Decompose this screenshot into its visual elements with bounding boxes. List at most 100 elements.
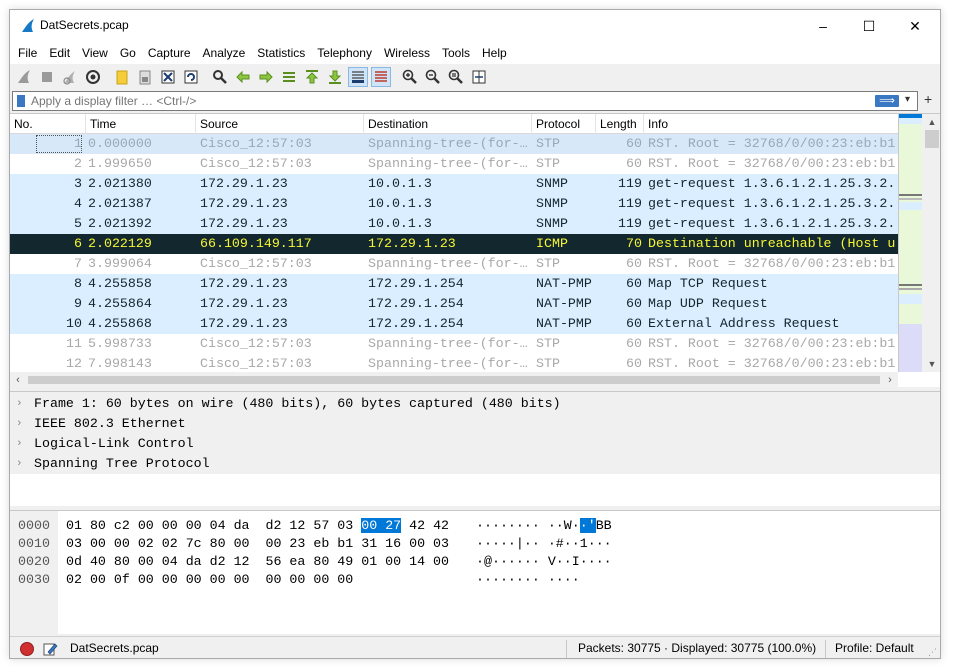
menu-statistics[interactable]: Statistics (251, 42, 311, 64)
expand-chevron-icon[interactable]: › (16, 394, 28, 414)
menu-wireless[interactable]: Wireless (378, 42, 436, 64)
add-filter-button-icon[interactable]: + (924, 91, 932, 107)
scroll-right-icon[interactable]: › (882, 372, 898, 388)
bytes-ascii[interactable]: ········ ···· (476, 571, 580, 589)
column-header-info[interactable]: Info (644, 114, 898, 134)
reload-file-button[interactable] (181, 67, 201, 87)
bytes-ascii[interactable]: ········ ··W··'BB (476, 517, 612, 535)
detail-row-frame[interactable]: › Frame 1: 60 bytes on wire (480 bits), … (10, 394, 940, 414)
shark-fin-icon (22, 19, 34, 32)
packet-cell-time: 2.021392 (88, 216, 152, 231)
menu-analyze[interactable]: Analyze (197, 42, 252, 64)
packet-list-vertical-scrollbar[interactable]: ▲ ▼ (922, 114, 940, 372)
bookmark-icon[interactable] (17, 95, 25, 107)
bytes-hex[interactable]: 01 80 c2 00 00 00 04 da d2 12 57 03 00 2… (66, 517, 449, 535)
detail-row-stp[interactable]: › Spanning Tree Protocol (10, 454, 940, 474)
packet-cell-protocol: STP (536, 156, 560, 171)
bytes-row[interactable]: 0000 01 80 c2 00 00 00 04 da d2 12 57 03 … (10, 517, 940, 535)
menu-view[interactable]: View (76, 42, 114, 64)
packet-cell-info: RST. Root = 32768/0/00:23:eb:b1 (648, 136, 896, 151)
scroll-up-icon[interactable]: ▲ (922, 114, 940, 130)
apply-filter-button[interactable]: ⟹ (875, 95, 899, 107)
scroll-thumb[interactable] (925, 130, 939, 148)
menu-telephony[interactable]: Telephony (311, 42, 378, 64)
zoom-in-button[interactable] (400, 67, 420, 87)
minimize-button[interactable]: – (800, 10, 846, 42)
capture-options-button[interactable] (83, 67, 103, 87)
menu-capture[interactable]: Capture (142, 42, 197, 64)
first-packet-button[interactable] (302, 67, 322, 87)
packet-row[interactable]: 11 5.998733 Cisco_12:57:03 Spanning-tree-(f… (10, 334, 898, 354)
menu-file[interactable]: File (12, 42, 43, 64)
bytes-hex[interactable]: 03 00 00 02 02 7c 80 00 00 23 eb b1 31 1… (66, 535, 449, 553)
go-to-packet-button[interactable] (279, 67, 299, 87)
bytes-row[interactable]: 0030 02 00 0f 00 00 00 00 00 00 00 00 00 ·… (10, 571, 940, 589)
expand-chevron-icon[interactable]: › (16, 434, 28, 454)
start-capture-button[interactable] (14, 67, 34, 87)
save-file-button[interactable] (135, 67, 155, 87)
expand-chevron-icon[interactable]: › (16, 414, 28, 434)
column-header-time[interactable]: Time (86, 114, 196, 134)
packet-cell-destination: Spanning-tree-(for-… (368, 256, 528, 271)
stop-capture-button[interactable] (37, 67, 57, 87)
filter-history-dropdown-icon[interactable]: ▾ (905, 94, 910, 105)
status-profile[interactable]: Profile: Default (835, 641, 914, 655)
packet-row[interactable]: 5 2.021392 172.29.1.23 10.0.1.3 SNMP 119 get-r… (10, 214, 898, 234)
menu-help[interactable]: Help (476, 42, 513, 64)
packet-details-pane: › Frame 1: 60 bytes on wire (480 bits), … (10, 391, 940, 506)
close-button[interactable]: ✕ (892, 10, 938, 42)
column-header-protocol[interactable]: Protocol (532, 114, 596, 134)
restart-capture-button[interactable] (60, 67, 80, 87)
packet-row[interactable]: 3 2.021380 172.29.1.23 10.0.1.3 SNMP 119 get-r… (10, 174, 898, 194)
packet-minimap[interactable] (898, 114, 923, 372)
bytes-ascii[interactable]: ·@······ V··I···· (476, 553, 612, 571)
menu-edit[interactable]: Edit (43, 42, 76, 64)
packet-cell-no: 10 (66, 316, 82, 331)
packet-row[interactable]: 2 1.999650 Cisco_12:57:03 Spanning-tree-(fo… (10, 154, 898, 174)
capture-comment-icon[interactable] (42, 641, 58, 657)
column-header-destination[interactable]: Destination (364, 114, 532, 134)
horizontal-scroll-thumb[interactable] (28, 376, 880, 384)
open-file-button[interactable] (112, 67, 132, 87)
display-filter-input[interactable] (31, 92, 851, 110)
close-file-button[interactable] (158, 67, 178, 87)
bytes-hex[interactable]: 02 00 0f 00 00 00 00 00 00 00 00 00 (66, 571, 353, 589)
go-back-button[interactable] (233, 67, 253, 87)
zoom-out-button[interactable] (423, 67, 443, 87)
packet-row[interactable]: 8 4.255858 172.29.1.23 172.29.1.254 NAT-PMP 6… (10, 274, 898, 294)
detail-row-llc[interactable]: › Logical-Link Control (10, 434, 940, 454)
bytes-hex[interactable]: 0d 40 80 00 04 da d2 12 56 ea 80 49 01 0… (66, 553, 449, 571)
menu-tools[interactable]: Tools (436, 42, 476, 64)
packet-row[interactable]: 1 0.000000 Cisco_12:57:03 Spanning-tree-(fo… (10, 134, 898, 154)
colorize-button[interactable] (371, 67, 391, 87)
expand-chevron-icon[interactable]: › (16, 454, 28, 474)
packet-cell-protocol: STP (536, 336, 560, 351)
column-header-no[interactable]: No. (10, 114, 86, 134)
scroll-down-icon[interactable]: ▼ (922, 356, 940, 372)
packet-row[interactable]: 7 3.999064 Cisco_12:57:03 Spanning-tree-(fo… (10, 254, 898, 274)
packet-row[interactable]: 9 4.255864 172.29.1.23 172.29.1.254 NAT-PMP 6… (10, 294, 898, 314)
go-forward-button[interactable] (256, 67, 276, 87)
packet-row[interactable]: 4 2.021387 172.29.1.23 10.0.1.3 SNMP 119 get-r… (10, 194, 898, 214)
auto-scroll-button[interactable] (348, 67, 368, 87)
expert-info-icon[interactable] (20, 642, 34, 656)
packet-row[interactable]: 10 4.255868 172.29.1.23 172.29.1.254 NAT-PMP… (10, 314, 898, 334)
bytes-row[interactable]: 0020 0d 40 80 00 04 da d2 12 56 ea 80 49 … (10, 553, 940, 571)
scroll-left-icon[interactable]: ‹ (10, 372, 26, 388)
packet-list-horizontal-scrollbar[interactable]: ‹ › (10, 372, 898, 388)
zoom-normal-button[interactable] (446, 67, 466, 87)
resize-grip-icon[interactable]: ⋰ (928, 647, 937, 658)
menu-go[interactable]: Go (114, 42, 142, 64)
bytes-ascii[interactable]: ·····|·· ·#··1··· (476, 535, 612, 553)
last-packet-button[interactable] (325, 67, 345, 87)
find-packet-button[interactable] (210, 67, 230, 87)
bytes-row[interactable]: 0010 03 00 00 02 02 7c 80 00 00 23 eb b1 … (10, 535, 940, 553)
packet-row[interactable]: 6 2.022129 66.109.149.117 172.29.1.23 ICMP 70… (10, 234, 898, 254)
column-header-length[interactable]: Length (596, 114, 644, 134)
resize-columns-button[interactable] (469, 67, 489, 87)
detail-row-ethernet[interactable]: › IEEE 802.3 Ethernet (10, 414, 940, 434)
maximize-button[interactable]: ☐ (846, 10, 892, 42)
column-header-source[interactable]: Source (196, 114, 364, 134)
packet-cell-source: Cisco_12:57:03 (200, 336, 312, 351)
packet-row[interactable]: 12 7.998143 Cisco_12:57:03 Spanning-tree-(f… (10, 354, 898, 372)
